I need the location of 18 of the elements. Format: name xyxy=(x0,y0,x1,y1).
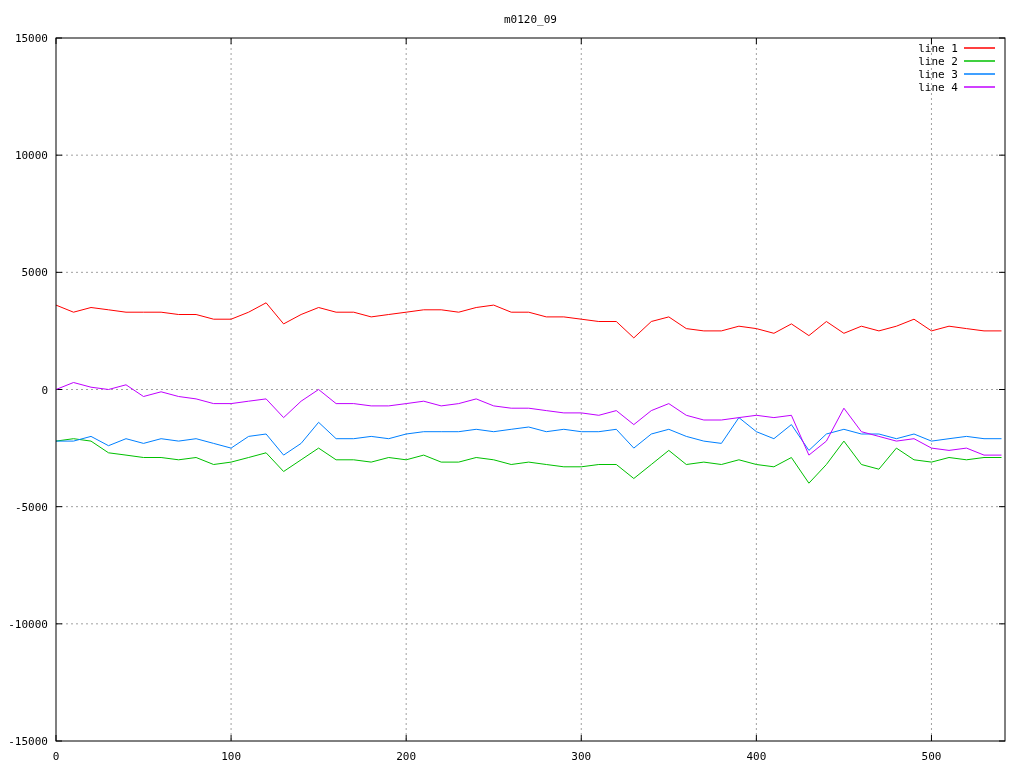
legend-label: line 2 xyxy=(918,55,958,68)
y-tick-label: 0 xyxy=(41,383,48,397)
y-tick-label: -5000 xyxy=(14,500,48,514)
y-tick-label: 15000 xyxy=(14,32,48,45)
y-tick-label: -15000 xyxy=(8,735,48,748)
y-tick-label: -10000 xyxy=(8,617,48,631)
x-tick-label: 400 xyxy=(746,750,767,763)
x-tick-label: 200 xyxy=(396,750,417,763)
x-tick-label: 300 xyxy=(571,750,592,763)
legend-label: line 4 xyxy=(918,81,958,94)
chart-title: m0120_09 xyxy=(504,13,557,26)
x-tick-label: 0 xyxy=(52,750,60,763)
y-tick-label: 5000 xyxy=(21,266,48,280)
legend-label: line 3 xyxy=(918,68,958,81)
x-tick-label: 500 xyxy=(921,750,942,763)
x-tick-label: 100 xyxy=(221,750,242,763)
y-tick-label: 10000 xyxy=(14,149,48,163)
legend-label: line 1 xyxy=(918,42,958,55)
